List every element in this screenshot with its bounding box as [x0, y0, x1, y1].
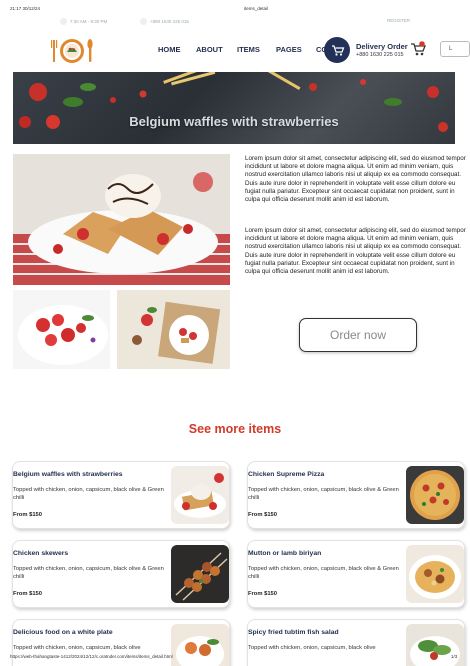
main-product-image — [13, 154, 230, 285]
order-now-button[interactable]: Order now — [299, 318, 417, 352]
description-paragraph-1: Lorem ipsum dolor sit amet, consectetur … — [245, 155, 466, 204]
item-price: From $150 — [13, 591, 42, 597]
nav-home[interactable]: HOME — [158, 45, 181, 54]
register-link[interactable]: REGISTER — [387, 18, 410, 23]
see-more-heading: See more items — [188, 422, 282, 436]
item-image[interactable] — [406, 466, 464, 524]
hours-info: 7:30 AM - 9:30 PM — [60, 18, 107, 25]
register-text[interactable]: REGISTER — [387, 18, 410, 23]
thumbnail-image-2[interactable] — [117, 290, 230, 369]
item-name[interactable]: Spicy fried tubtim fish salad — [248, 629, 339, 636]
item-image[interactable] — [171, 466, 229, 524]
item-price: From $150 — [13, 512, 42, 518]
print-title: items_detail — [244, 6, 269, 11]
print-page-number: 1/3 — [451, 654, 458, 659]
hours-text: 7:30 AM - 9:30 PM — [70, 19, 108, 24]
phone-info: +880 1630 225 015 — [140, 18, 189, 25]
hero-image — [19, 72, 448, 132]
login-button[interactable]: L — [440, 41, 470, 57]
item-name[interactable]: Chicken skewers — [13, 550, 68, 557]
thumbnail-image-1[interactable] — [13, 290, 110, 369]
item-name[interactable]: Chicken Supreme Pizza — [248, 471, 324, 478]
item-name[interactable]: Mutton or lamb biriyan — [248, 550, 321, 557]
item-card[interactable]: Belgium waffles with strawberries Topped… — [12, 461, 230, 529]
item-description: Topped with chicken, onion, capsicum, bl… — [248, 566, 399, 580]
nav-pages[interactable]: PAGES — [276, 45, 302, 54]
cart-icon[interactable] — [410, 41, 426, 57]
print-header: 21:17 30/12/24 items_detail — [0, 0, 470, 14]
navbar: HOME ABOUT ITEMS PAGES CO Delivery Order… — [0, 30, 470, 72]
phone-text: +880 1630 225 015 — [150, 19, 189, 24]
nav-about[interactable]: ABOUT — [196, 45, 223, 54]
item-image[interactable] — [406, 545, 464, 603]
logo-icon[interactable] — [50, 37, 94, 65]
phone-icon — [140, 18, 147, 25]
print-footer: https://web-thahangtaste-1412/2024/12/12… — [0, 651, 470, 666]
print-url: https://web-thahangtaste-1412/2024/12/12… — [10, 654, 173, 659]
item-price: From $150 — [248, 512, 277, 518]
item-description: Topped with chicken, onion, capsicum, bl… — [248, 487, 399, 501]
item-name[interactable]: Delicious food on a white plate — [13, 629, 113, 636]
delivery-icon — [324, 37, 350, 63]
item-card[interactable]: Chicken skewers Topped with chicken, oni… — [12, 540, 230, 608]
hero-title: Belgium waffles with strawberries — [129, 114, 339, 129]
item-description: Topped with chicken, onion, capsicum, bl… — [13, 566, 164, 580]
nav-items[interactable]: ITEMS — [237, 45, 260, 54]
clock-icon — [60, 18, 67, 25]
top-info-bar: 7:30 AM - 9:30 PM +880 1630 225 015 REGI… — [0, 14, 470, 30]
delivery-phone: +880 1630 225 015 — [356, 52, 404, 58]
item-description: Topped with chicken, onion, capsicum, bl… — [13, 487, 164, 501]
item-card[interactable]: Chicken Supreme Pizza Topped with chicke… — [247, 461, 465, 529]
item-price: From $150 — [248, 591, 277, 597]
hero-banner: Belgium waffles with strawberries — [13, 72, 455, 144]
item-card[interactable]: Mutton or lamb biriyan Topped with chick… — [247, 540, 465, 608]
delivery-label: Delivery Order — [356, 42, 408, 51]
delivery-order[interactable]: Delivery Order +880 1630 225 015 — [324, 37, 424, 63]
print-datetime: 21:17 30/12/24 — [10, 6, 41, 11]
description-paragraph-2: Lorem ipsum dolor sit amet, consectetur … — [245, 227, 466, 276]
item-name[interactable]: Belgium waffles with strawberries — [13, 471, 123, 478]
item-image[interactable] — [171, 545, 229, 603]
